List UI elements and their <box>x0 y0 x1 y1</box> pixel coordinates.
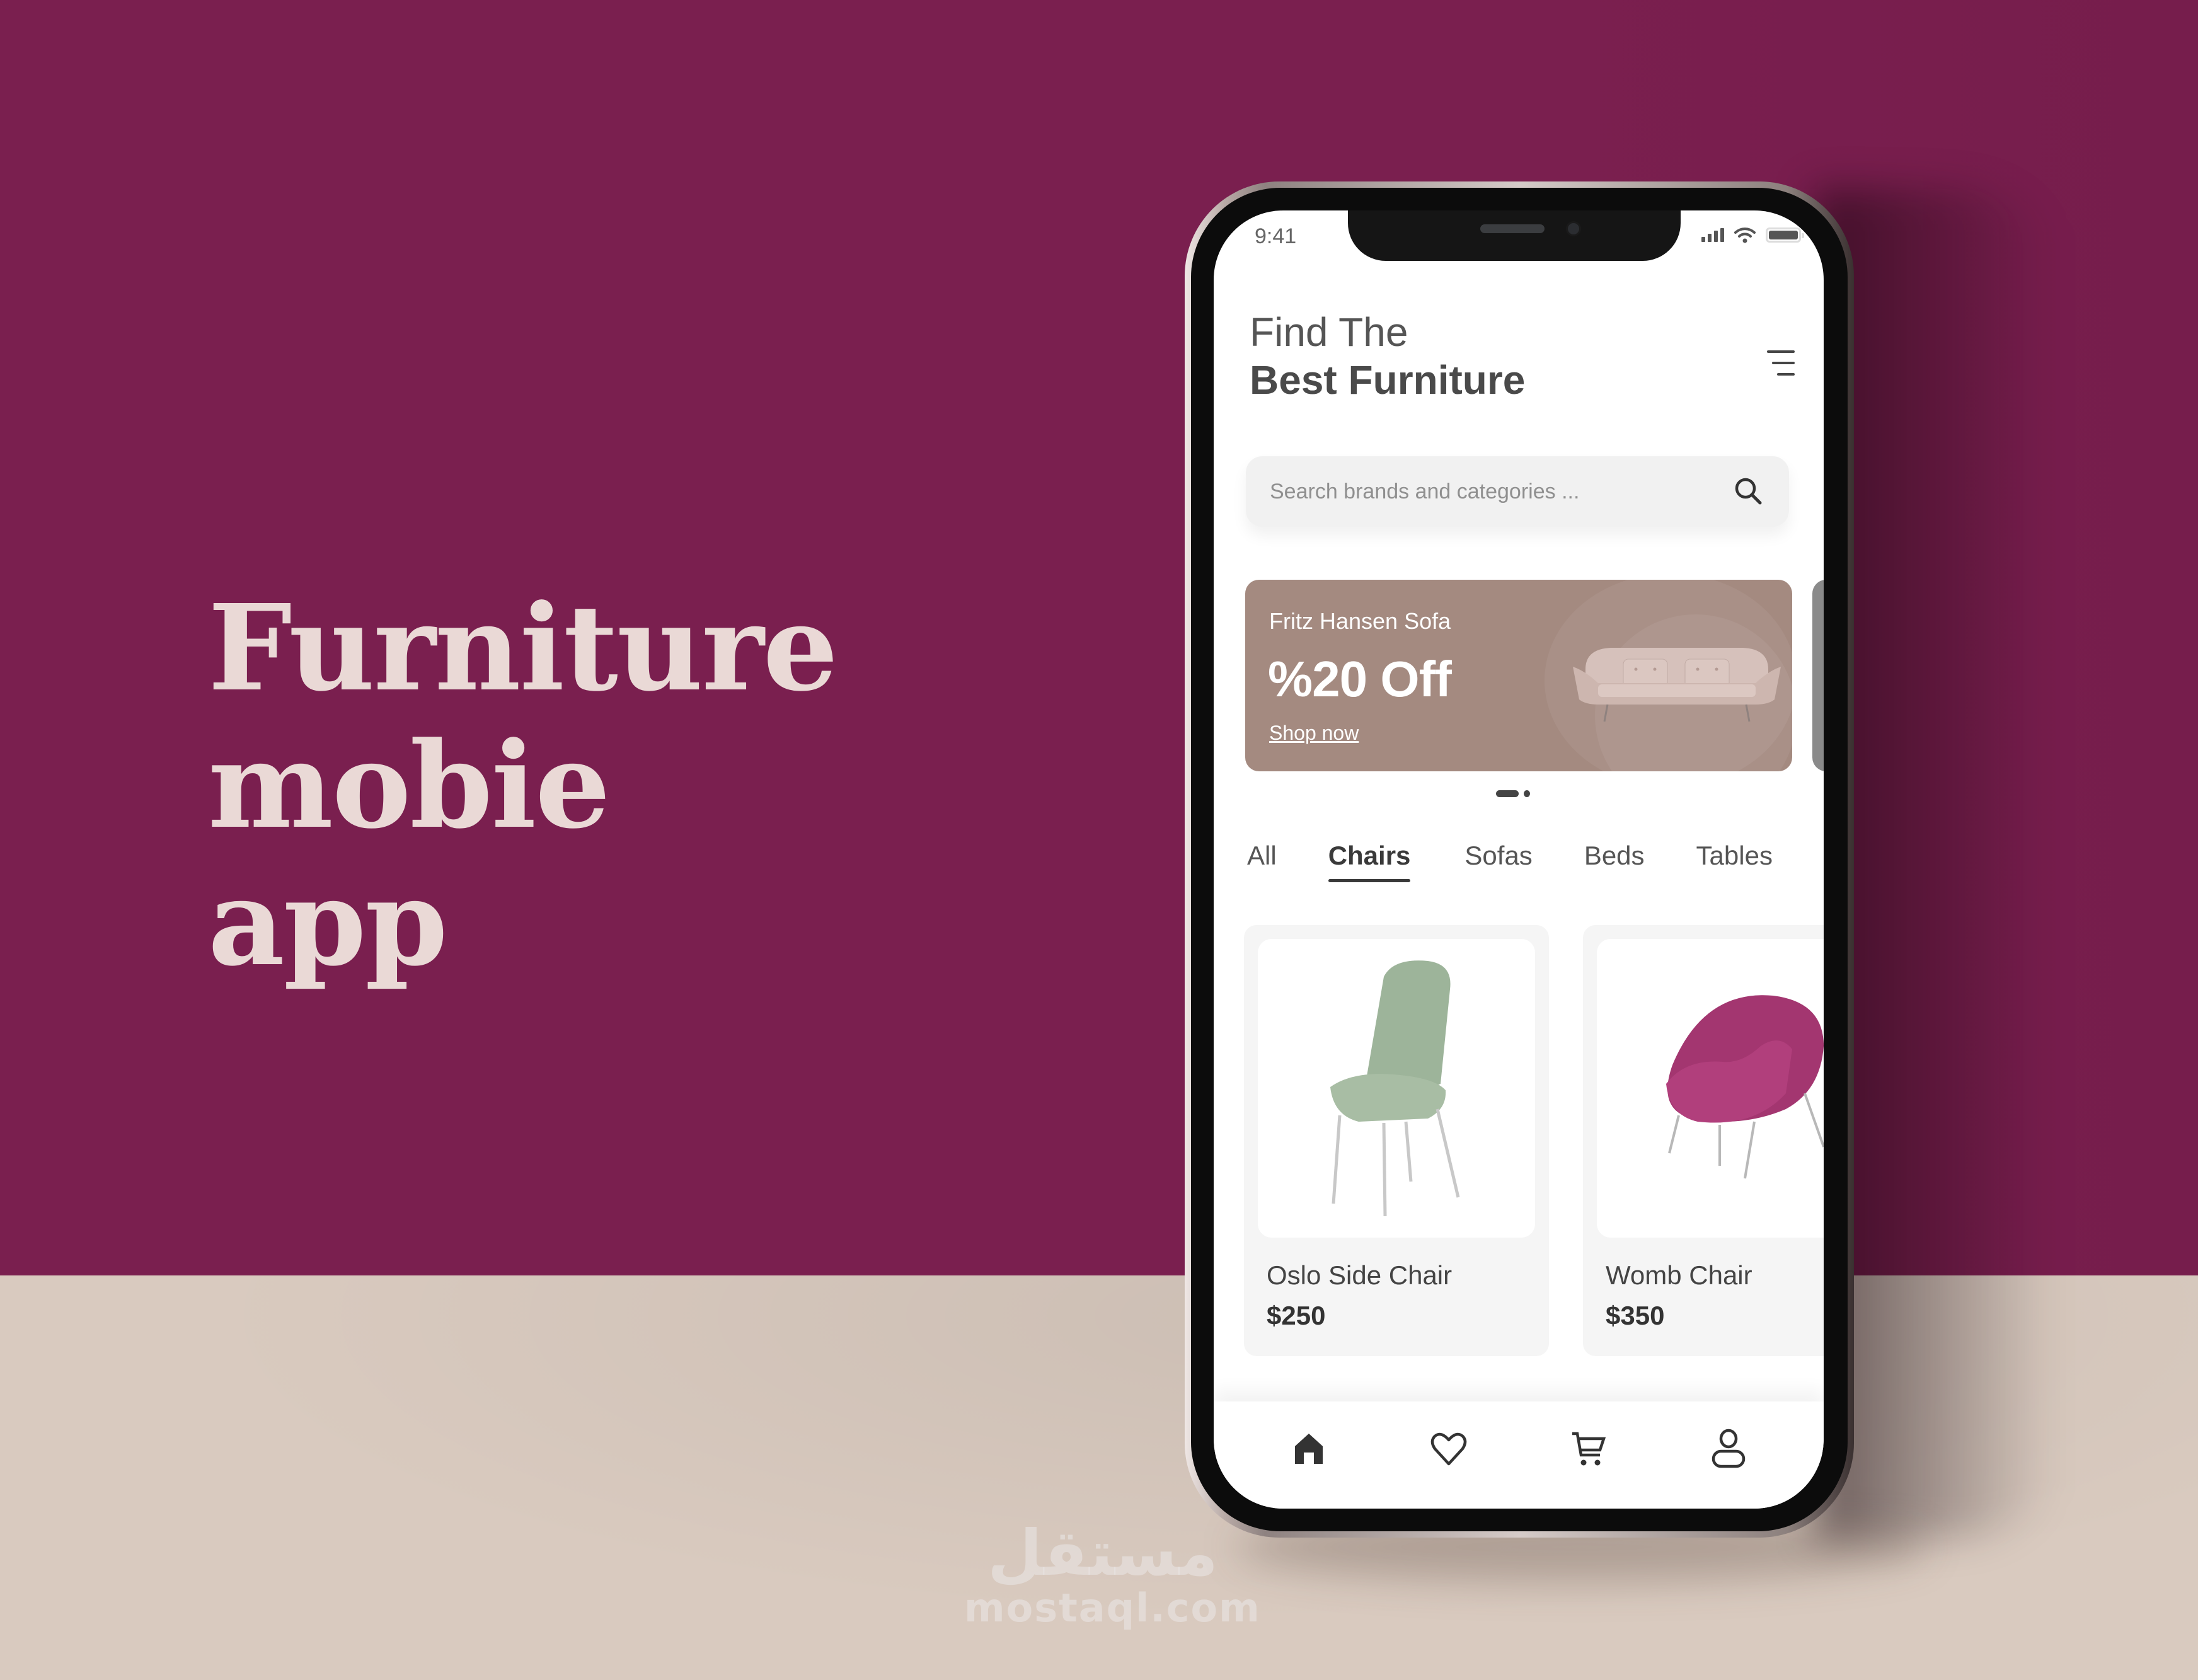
product-card[interactable]: Womb Chair $350 <box>1583 925 1824 1356</box>
cart-icon <box>1572 1432 1606 1466</box>
banner-discount: %20 Off <box>1268 651 1452 707</box>
tab-sofas[interactable]: Sofas <box>1464 841 1532 882</box>
watermark-arabic: مستقل <box>987 1516 1218 1590</box>
product-image <box>1597 939 1824 1238</box>
carousel-indicator <box>1496 790 1530 797</box>
headline-line-2: app <box>208 853 448 992</box>
tab-all[interactable]: All <box>1247 841 1277 882</box>
home-icon <box>1295 1434 1323 1464</box>
phone-notch <box>1348 210 1681 261</box>
phone-wall-shadow <box>1815 189 2080 1538</box>
carousel-dot-active[interactable] <box>1496 790 1519 797</box>
search-input[interactable] <box>1270 479 1732 504</box>
search-icon[interactable] <box>1732 475 1765 508</box>
next-banner-peek[interactable] <box>1812 580 1824 771</box>
category-tabs: All Chairs Sofas Beds Tables <box>1247 841 1824 882</box>
heart-icon <box>1430 1432 1467 1466</box>
wifi-icon <box>1734 227 1756 243</box>
tab-tables[interactable]: Tables <box>1696 841 1773 882</box>
product-image <box>1258 939 1535 1238</box>
product-card[interactable]: Oslo Side Chair $250 <box>1244 925 1549 1356</box>
battery-icon <box>1766 227 1804 243</box>
phone-mockup: 9:41 Find The Best Furniture Search bran… <box>1185 181 1854 1538</box>
shop-now-link[interactable]: Shop now <box>1269 722 1359 745</box>
product-name: Womb Chair <box>1606 1260 1752 1290</box>
title-line-1: Find The <box>1250 309 1408 355</box>
sofa-image <box>1573 648 1781 722</box>
search-bar <box>1246 456 1789 527</box>
product-price: $250 <box>1267 1301 1326 1330</box>
tab-beds[interactable]: Beds <box>1584 841 1645 882</box>
banner-subtitle: Fritz Hansen Sofa <box>1269 608 1451 634</box>
watermark-latin: mostaql.com <box>964 1585 1261 1631</box>
product-name: Oslo Side Chair <box>1267 1260 1453 1290</box>
menu-icon[interactable] <box>1767 350 1795 376</box>
promo-headline: Furniture mobie app <box>208 580 1153 992</box>
speaker-grille <box>1480 224 1545 233</box>
page-title: Find The Best Furniture <box>1250 308 1525 404</box>
user-icon <box>1712 1429 1746 1468</box>
nav-cart[interactable] <box>1563 1424 1614 1474</box>
bottom-navigation <box>1214 1401 1824 1509</box>
phone-bezel: 9:41 Find The Best Furniture Search bran… <box>1191 188 1848 1531</box>
green-side-chair-image <box>1330 960 1460 1217</box>
status-icons <box>1701 227 1804 243</box>
title-line-2: Best Furniture <box>1250 357 1526 403</box>
front-camera <box>1566 221 1581 236</box>
status-time: 9:41 <box>1255 224 1297 248</box>
signal-icon <box>1701 228 1724 242</box>
nav-profile[interactable] <box>1703 1424 1754 1474</box>
headline-line-1: Furniture mobie <box>208 578 838 855</box>
watermark: مستقل mostaql.com <box>964 1516 1261 1631</box>
product-list: Oslo Side Chair $250 Womb Chair $350 <box>1244 925 1824 1356</box>
tab-chairs[interactable]: Chairs <box>1328 841 1410 882</box>
nav-home[interactable] <box>1284 1424 1334 1474</box>
carousel-dot[interactable] <box>1524 790 1530 797</box>
nav-favorites[interactable] <box>1424 1424 1474 1474</box>
promo-banner[interactable]: Fritz Hansen Sofa %20 Off Shop now <box>1245 580 1792 771</box>
magenta-womb-chair-image <box>1666 995 1824 1179</box>
app-screen: 9:41 Find The Best Furniture Search bran… <box>1214 210 1824 1509</box>
product-price: $350 <box>1606 1301 1665 1330</box>
